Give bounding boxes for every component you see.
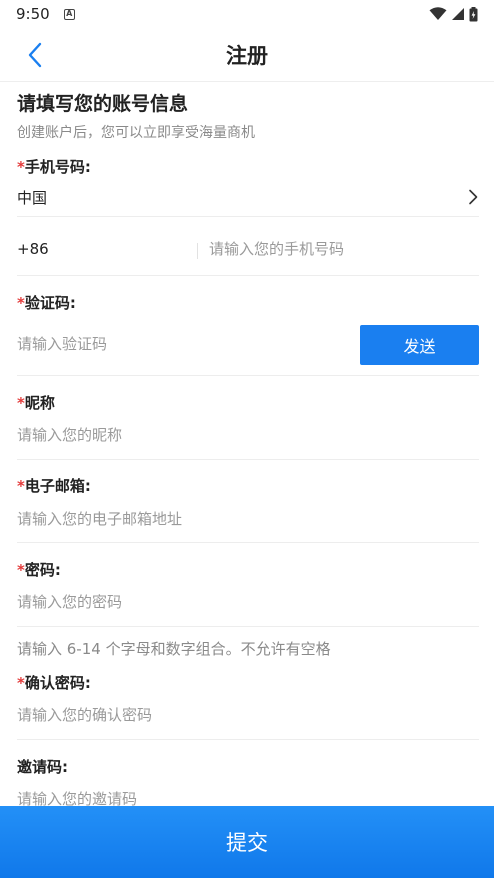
- register-screen: 9:50 A 注册 请填写您的账号信息 创建账户后，您可以立即享受海量商机 *手…: [0, 0, 494, 878]
- divider: [17, 542, 479, 543]
- status-icons: [429, 6, 478, 22]
- divider: [17, 375, 479, 376]
- country-code[interactable]: +86: [17, 240, 49, 258]
- required-mark: *: [17, 294, 25, 312]
- nickname-label-text: 昵称: [24, 394, 55, 412]
- divider: [17, 275, 479, 276]
- page-title: 注册: [226, 43, 268, 68]
- verification-code-input[interactable]: 请输入验证码: [17, 333, 107, 354]
- status-time: 9:50: [16, 5, 50, 23]
- email-label: *电子邮箱:: [17, 475, 91, 496]
- submit-button[interactable]: 提交: [0, 806, 494, 878]
- password-label: *密码:: [17, 559, 61, 580]
- chevron-left-icon: [28, 42, 42, 68]
- confirm-password-input[interactable]: 请输入您的确认密码: [17, 704, 152, 725]
- confirm-password-label-text: 确认密码:: [24, 674, 91, 692]
- code-label: *验证码:: [17, 292, 76, 313]
- divider: [17, 626, 479, 627]
- divider: [17, 739, 479, 740]
- send-code-button[interactable]: 发送: [360, 325, 479, 365]
- required-mark: *: [17, 561, 25, 579]
- back-button[interactable]: [20, 39, 50, 71]
- required-mark: *: [17, 394, 25, 412]
- confirm-password-label: *确认密码:: [17, 672, 91, 693]
- divider: [17, 216, 479, 217]
- required-mark: *: [17, 477, 25, 495]
- form-subtitle: 创建账户后，您可以立即享受海量商机: [17, 125, 255, 141]
- email-input[interactable]: 请输入您的电子邮箱地址: [17, 508, 182, 529]
- phone-label: *手机号码:: [17, 156, 91, 177]
- chevron-right-icon[interactable]: [466, 188, 480, 206]
- wifi-icon: [429, 7, 447, 20]
- field-separator: [197, 243, 198, 259]
- app-bar: 注册: [0, 28, 494, 82]
- password-input[interactable]: 请输入您的密码: [17, 591, 122, 612]
- form-title: 请填写您的账号信息: [17, 93, 189, 115]
- phone-input[interactable]: 请输入您的手机号码: [209, 238, 344, 259]
- battery-icon: [469, 6, 478, 21]
- nickname-label: *昵称: [17, 392, 55, 413]
- password-label-text: 密码:: [24, 561, 61, 579]
- nickname-input[interactable]: 请输入您的昵称: [17, 424, 122, 445]
- required-mark: *: [17, 158, 25, 176]
- signal-icon: [452, 8, 464, 20]
- email-label-text: 电子邮箱:: [24, 477, 91, 495]
- phone-label-text: 手机号码:: [24, 158, 91, 176]
- status-bar: 9:50 A: [0, 0, 494, 28]
- password-hint: 请输入 6-14 个字母和数字组合。不允许有空格: [17, 640, 331, 658]
- divider: [17, 459, 479, 460]
- app-notification-icon: A: [63, 8, 75, 20]
- code-label-text: 验证码:: [24, 294, 76, 312]
- required-mark: *: [17, 674, 25, 692]
- invite-code-label: 邀请码:: [17, 758, 68, 776]
- country-select[interactable]: 中国: [17, 187, 47, 208]
